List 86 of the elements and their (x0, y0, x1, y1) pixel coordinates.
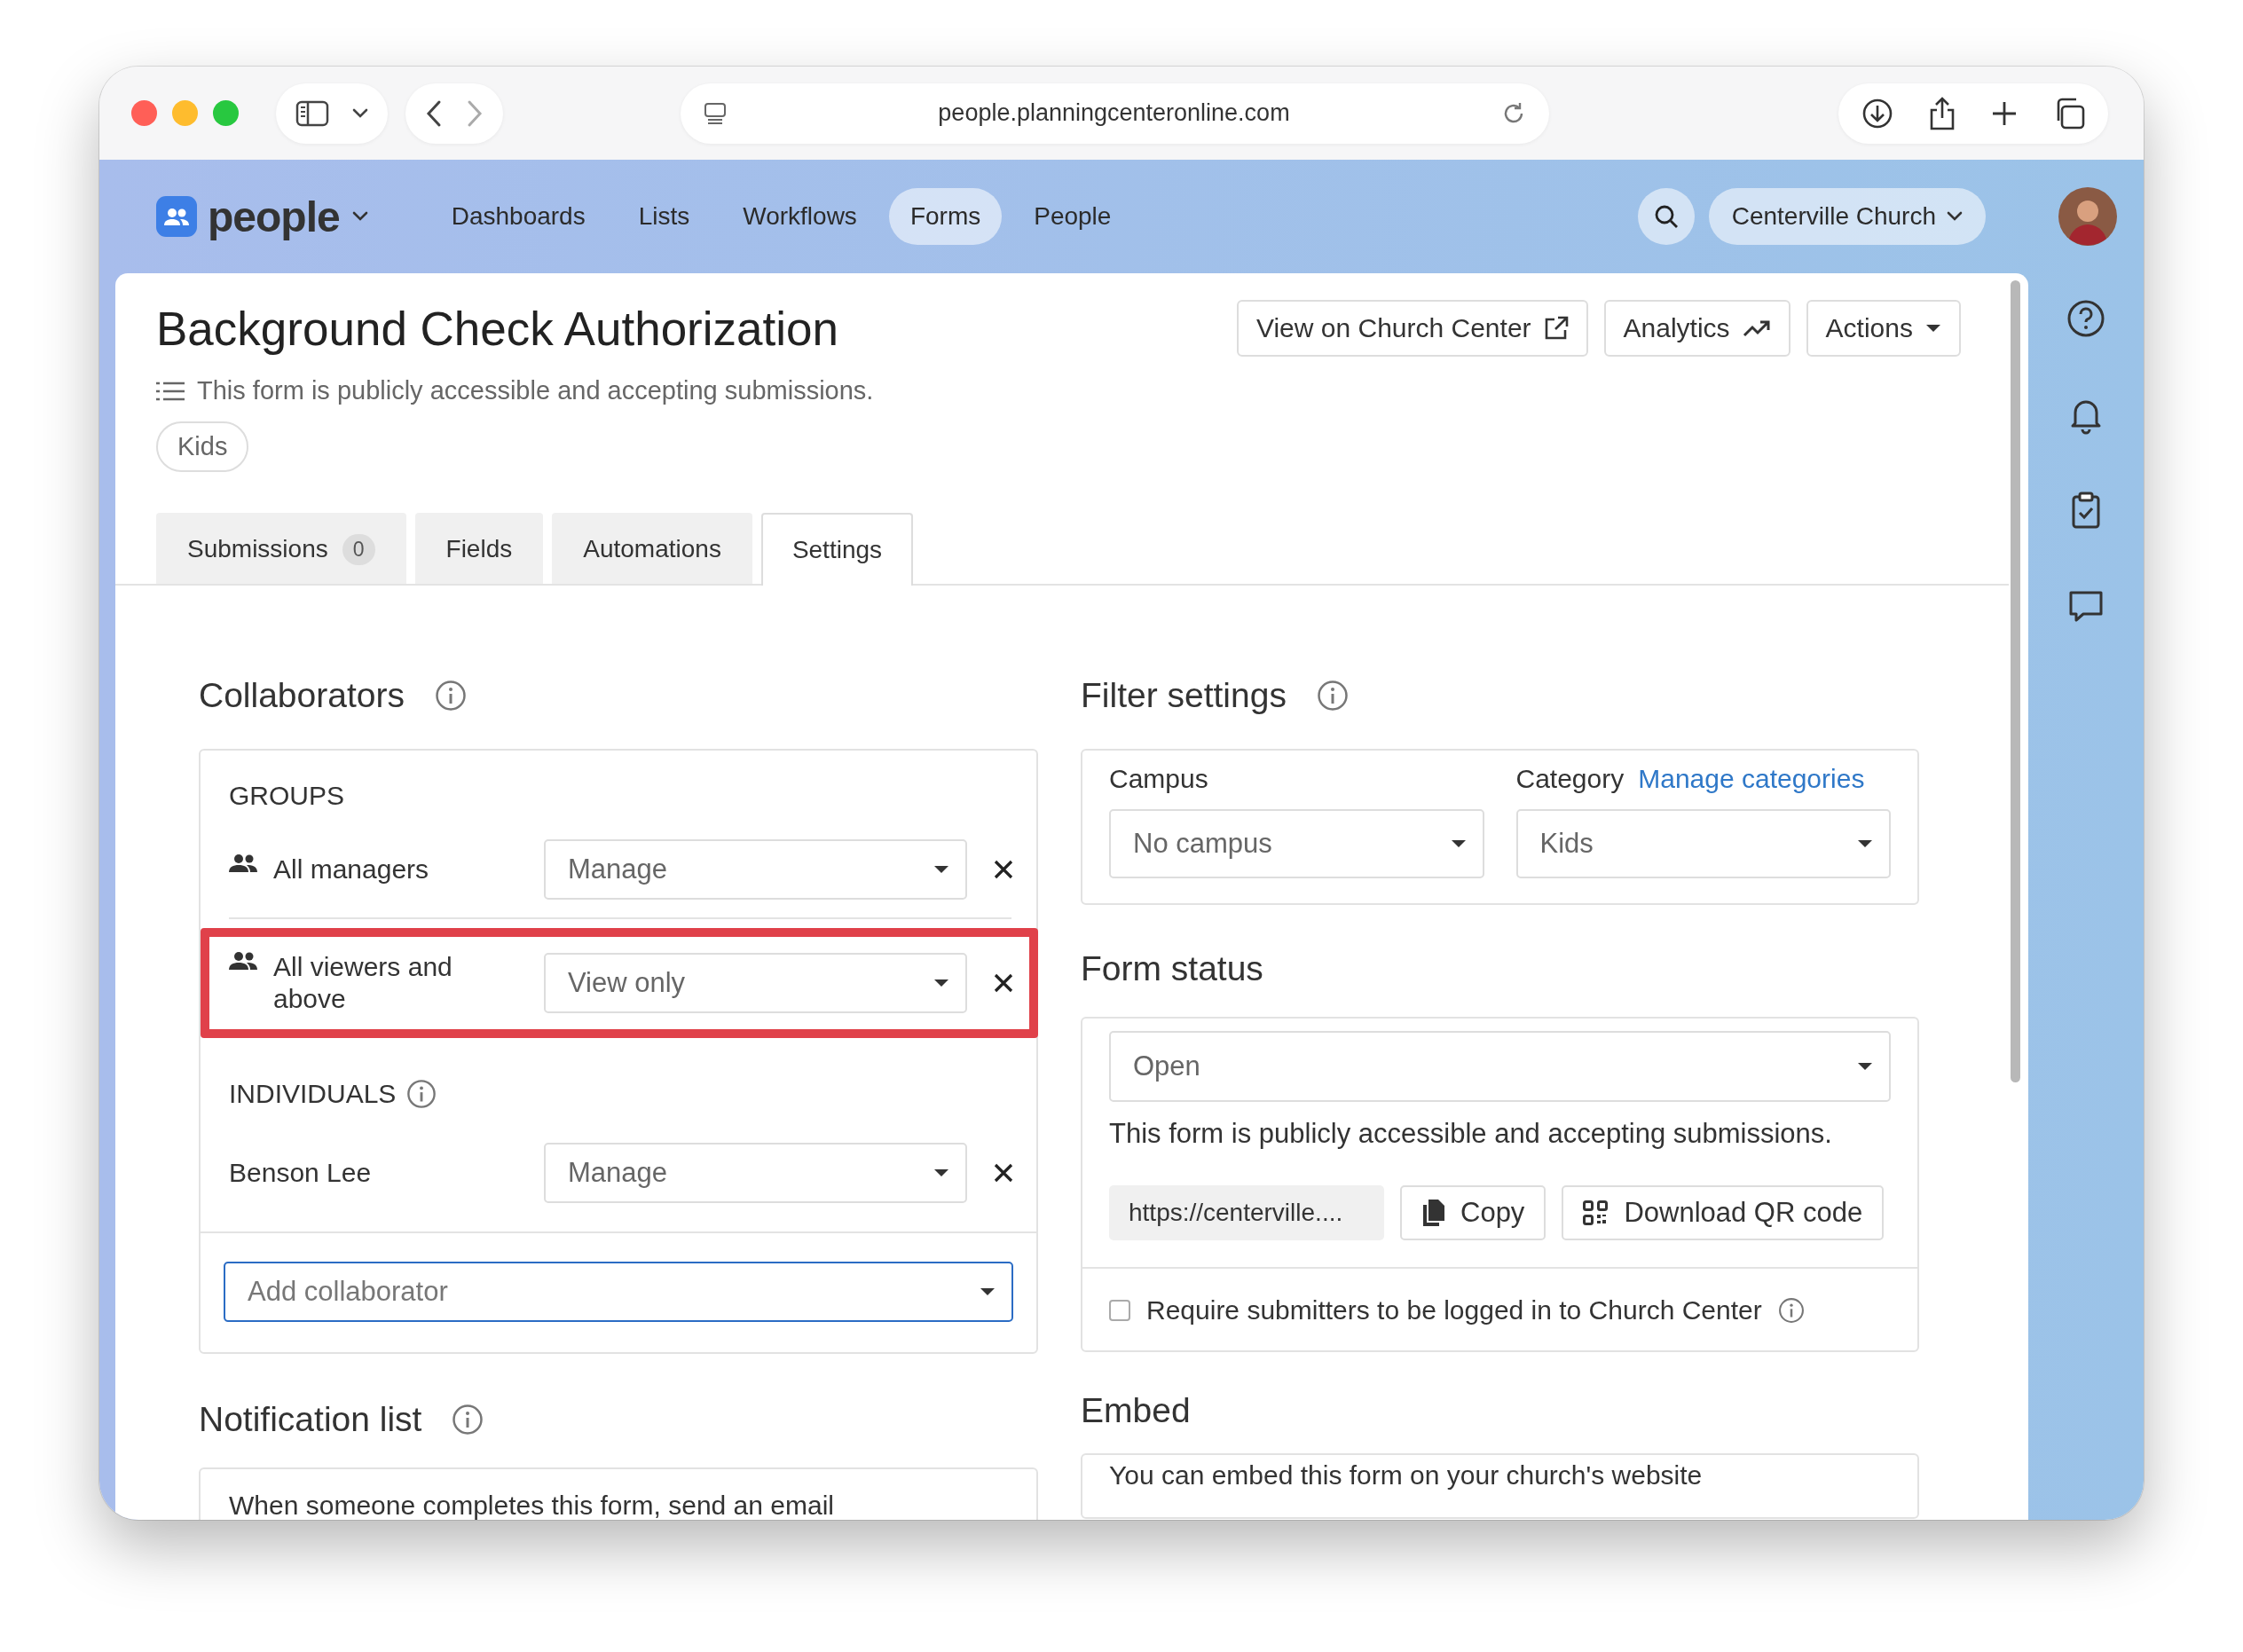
header-button[interactable]: View on Church Center (1236, 300, 1588, 357)
back-icon[interactable] (425, 98, 443, 128)
manage-categories-link[interactable]: Manage categories (1638, 764, 1865, 794)
info-icon (1316, 680, 1349, 712)
new-tab-icon[interactable] (1991, 99, 2018, 127)
copy-button[interactable]: Copy (1400, 1185, 1546, 1240)
nav-link[interactable]: Dashboards (429, 188, 607, 245)
status-dropdown[interactable]: Open (1109, 1031, 1891, 1102)
campus-dropdown[interactable]: No campus (1109, 809, 1484, 878)
info-icon (406, 1079, 437, 1109)
info-icon (1777, 1297, 1805, 1324)
qr-code-icon (1583, 1200, 1609, 1225)
category-dropdown[interactable]: Kids (1515, 809, 1891, 878)
add-collaborator-field[interactable]: Add collaborator (224, 1262, 1013, 1322)
section-heading: Filter settings (1081, 676, 1287, 715)
avatar[interactable] (2058, 187, 2117, 246)
person-name: Benson Lee (229, 1157, 372, 1189)
organization-name: Centerville Church (1731, 202, 1936, 231)
caret-icon (1450, 839, 1467, 848)
organization-dropdown[interactable]: Centerville Church (1708, 188, 1986, 245)
chevron-down-icon (1947, 211, 1963, 222)
caret-icon (933, 1168, 949, 1177)
tab[interactable]: Automations (552, 513, 752, 584)
category-label: Category (1515, 764, 1625, 794)
checkbox-label: Require submitters to be logged in to Church Center (1146, 1295, 1762, 1326)
download-qr-button[interactable]: Download QR code (1562, 1185, 1885, 1240)
nav-link[interactable]: People (1012, 188, 1133, 245)
search-icon (1653, 204, 1679, 229)
tab[interactable]: Settings (760, 513, 914, 586)
close-window-button[interactable] (131, 100, 157, 126)
people-icon (229, 951, 257, 971)
people-icon (229, 854, 257, 873)
section-heading: Form status (1081, 949, 1263, 988)
embed-text: You can embed this form on your church's website (1109, 1460, 1704, 1491)
header-button[interactable]: Analytics (1603, 300, 1790, 357)
tab[interactable]: Fields (414, 513, 544, 584)
individuals-heading: INDIVIDUALS (229, 1079, 397, 1109)
list-icon (156, 381, 185, 401)
permission-dropdown[interactable]: View only (544, 953, 967, 1013)
close-icon[interactable] (994, 860, 1013, 879)
page-menu-icon[interactable] (704, 101, 727, 125)
section-heading: Collaborators (199, 676, 405, 715)
chevron-down-icon (352, 107, 368, 119)
chevron-down-icon (351, 211, 368, 222)
section-heading: Notification list (199, 1400, 422, 1439)
info-icon (452, 1404, 484, 1436)
permission-dropdown[interactable]: Manage (544, 839, 967, 900)
caret-icon (1857, 839, 1873, 848)
caret-icon (933, 979, 949, 987)
nav-link[interactable]: Forms (888, 188, 1003, 245)
notification-text: When someone completes this form, send an email (229, 1491, 835, 1520)
group-name: All viewers and above (273, 951, 453, 1015)
permission-dropdown[interactable]: Manage (544, 1143, 967, 1203)
campus-label: Campus (1109, 764, 1208, 794)
app-logo-icon[interactable] (156, 196, 197, 237)
app-name[interactable]: people (208, 192, 340, 241)
trend-up-icon (1742, 319, 1771, 337)
nav-link[interactable]: Lists (617, 188, 712, 245)
copy-icon (1421, 1200, 1444, 1226)
caret-icon (1925, 324, 1941, 333)
caret-icon (1857, 1062, 1873, 1071)
external-link-icon (1543, 316, 1569, 341)
info-icon (434, 680, 467, 712)
share-icon[interactable] (1929, 96, 1956, 130)
section-heading: Embed (1081, 1391, 1191, 1430)
header-button[interactable]: Actions (1806, 300, 1961, 357)
tab[interactable]: Submissions 0 (156, 513, 406, 584)
scrollbar[interactable] (2011, 280, 2020, 1082)
download-icon[interactable] (1861, 97, 1893, 130)
sidebar-toggle-icon[interactable] (295, 99, 329, 127)
groups-heading: GROUPS (228, 781, 346, 811)
group-name: All managers (273, 854, 429, 885)
category-tag: Kids (156, 421, 249, 472)
caret-icon (980, 1287, 996, 1296)
nav-link[interactable]: Workflows (721, 188, 878, 245)
close-icon[interactable] (994, 973, 1013, 993)
address-bar-url[interactable]: people.planningcenteronline.com (938, 99, 1290, 127)
status-description: This form is publicly accessible and accepting submissions. (1109, 1118, 1833, 1150)
count-badge: 0 (342, 533, 375, 565)
form-status-text: This form is publicly accessible and accepting submissions. (197, 376, 874, 405)
checkbox[interactable] (1109, 1300, 1130, 1321)
form-url-field[interactable]: https://centerville.... (1109, 1185, 1384, 1240)
caret-icon (933, 865, 949, 874)
help-icon[interactable] (2066, 298, 2106, 339)
close-icon[interactable] (994, 1163, 1013, 1183)
form-title: Background Check Authorization (156, 302, 839, 357)
